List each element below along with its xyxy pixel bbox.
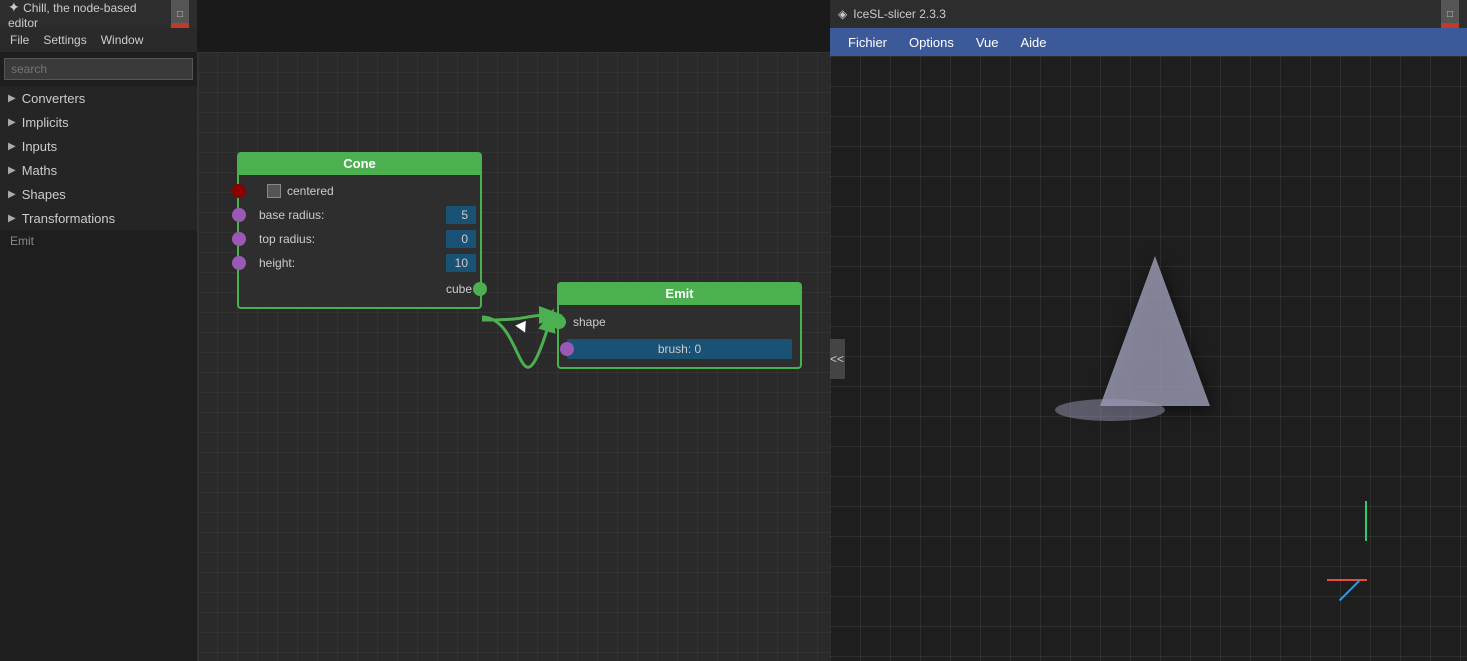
icesl-menu-options[interactable]: Options (899, 35, 964, 50)
icesl-icon: ◈ (838, 7, 847, 21)
emit-shape-label: shape (573, 315, 606, 329)
shapes-label: Shapes (22, 187, 66, 202)
cone-3d-base (1055, 399, 1165, 421)
left-panel: ✦ Chill, the node-based editor − □ ✕ Fil… (0, 0, 197, 661)
sidebar-item-implicits[interactable]: ▶ Implicits (0, 110, 197, 134)
converters-label: Converters (22, 91, 86, 106)
cone-height-port[interactable] (232, 256, 246, 270)
maths-label: Maths (22, 163, 57, 178)
cone-node[interactable]: Cone centered base radius: 5 top radius: (237, 152, 482, 309)
emit-brush-button[interactable]: brush: 0 (567, 339, 792, 359)
icesl-panel: ◈ IceSL-slicer 2.3.3 − □ ✕ Fichier Optio… (830, 0, 1467, 661)
cone-topradius-row: top radius: 0 (239, 227, 480, 251)
implicits-label: Implicits (22, 115, 69, 130)
converters-arrow: ▶ (8, 93, 16, 104)
shapes-arrow: ▶ (8, 189, 16, 200)
search-box[interactable] (4, 58, 193, 80)
sidebar-item-transformations[interactable]: ▶ Transformations (0, 206, 197, 230)
cone-output-port[interactable] (473, 282, 487, 296)
sidebar-item-converters[interactable]: ▶ Converters (0, 86, 197, 110)
cone-topradius-value[interactable]: 0 (446, 230, 476, 248)
search-input[interactable] (11, 62, 186, 76)
chill-menubar: File Settings Window (0, 28, 197, 52)
transformations-label: Transformations (22, 211, 115, 226)
cone-baseradius-row: base radius: 5 (239, 203, 480, 227)
transformations-arrow: ▶ (8, 213, 16, 224)
icesl-maximize-button[interactable]: □ (1441, 5, 1459, 23)
icesl-menubar: Fichier Options Vue Aide (830, 28, 1467, 56)
cone-output-row: cube (239, 275, 480, 303)
emit-node-header: Emit (557, 282, 802, 305)
cone-centered-checkbox[interactable] (267, 184, 281, 198)
maths-arrow: ▶ (8, 165, 16, 176)
emit-node[interactable]: Emit shape brush: 0 (557, 282, 802, 369)
inputs-arrow: ▶ (8, 141, 16, 152)
collapse-arrow[interactable]: << (830, 339, 845, 379)
cursor (515, 317, 531, 332)
chill-titlebar: ✦ Chill, the node-based editor − □ ✕ (0, 0, 197, 28)
emit-brush-row: brush: 0 (559, 335, 800, 363)
sidebar-item-inputs[interactable]: ▶ Inputs (0, 134, 197, 158)
cone-node-body: centered base radius: 5 top radius: 0 he… (237, 175, 482, 309)
emit-shape-port[interactable] (552, 315, 566, 329)
cone-centered-label: centered (287, 184, 334, 198)
cone-topradius-label: top radius: (255, 232, 446, 246)
menu-window[interactable]: Window (95, 33, 150, 47)
cone-to-emit-connection (482, 315, 557, 320)
icesl-titlebar: ◈ IceSL-slicer 2.3.3 − □ ✕ (830, 0, 1467, 28)
implicits-arrow: ▶ (8, 117, 16, 128)
sidebar-item-emit: Emit (0, 230, 197, 252)
y-axis (1365, 501, 1367, 541)
emit-shape-row: shape (559, 309, 800, 335)
z-axis (1339, 580, 1360, 601)
title-left: ✦ Chill, the node-based editor (8, 0, 165, 30)
cone-baseradius-value[interactable]: 5 (446, 206, 476, 224)
canvas-area[interactable]: Cone centered base radius: 5 top radius: (197, 52, 830, 661)
maximize-button[interactable]: □ (171, 5, 189, 23)
icesl-menu-fichier[interactable]: Fichier (838, 35, 897, 50)
chill-app-icon: ✦ (8, 0, 20, 15)
cone-baseradius-port[interactable] (232, 208, 246, 222)
cone-centered-port[interactable] (232, 184, 246, 198)
cone-centered-row: centered (239, 179, 480, 203)
cone-baseradius-label: base radius: (255, 208, 446, 222)
icesl-menu-vue[interactable]: Vue (966, 35, 1009, 50)
sidebar-item-maths[interactable]: ▶ Maths (0, 158, 197, 182)
cone-height-label: height: (255, 256, 446, 270)
cone-3d-shape (1100, 256, 1210, 406)
inputs-label: Inputs (22, 139, 57, 154)
emit-node-body: shape brush: 0 (557, 305, 802, 369)
chill-title: Chill, the node-based editor (8, 1, 137, 30)
cone-topradius-port[interactable] (232, 232, 246, 246)
main-connection (482, 314, 552, 367)
cone-height-row: height: 10 (239, 251, 480, 275)
x-axis (1327, 579, 1367, 581)
menu-settings[interactable]: Settings (37, 33, 92, 47)
icesl-menu-aide[interactable]: Aide (1010, 35, 1056, 50)
icesl-title-left: ◈ IceSL-slicer 2.3.3 (838, 7, 946, 21)
icesl-title: IceSL-slicer 2.3.3 (853, 7, 946, 21)
emit-label: Emit (10, 234, 34, 248)
icesl-viewport[interactable]: << (830, 56, 1467, 661)
menu-file[interactable]: File (4, 33, 35, 47)
viewport-grid: << (830, 56, 1467, 661)
cone-height-value[interactable]: 10 (446, 254, 476, 272)
divider-vertical (197, 52, 199, 661)
cone-node-header: Cone (237, 152, 482, 175)
emit-brush-port[interactable] (560, 342, 574, 356)
sidebar-item-shapes[interactable]: ▶ Shapes (0, 182, 197, 206)
